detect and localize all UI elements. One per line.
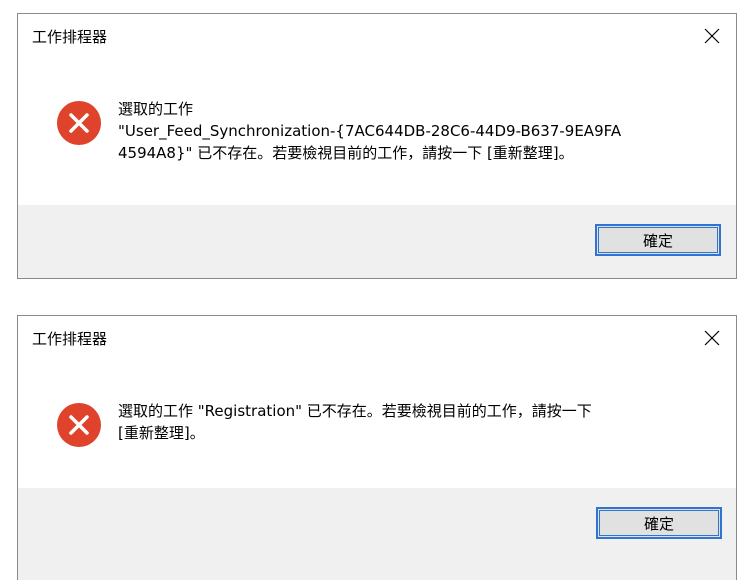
error-icon: [57, 403, 101, 447]
dialog-title: 工作排程器: [32, 28, 108, 46]
dialog-footer: 確定: [18, 205, 736, 278]
error-dialog: 工作排程器 選取的工作 "User_Feed_Synchronization-{…: [17, 13, 737, 279]
message-line: 4594A8}" 已不存在。若要檢視目前的工作，請按一下 [重新整理]。: [118, 144, 574, 162]
message-line: 選取的工作 "Registration" 已不存在。若要檢視目前的工作，請按一下: [118, 402, 592, 420]
error-message: 選取的工作 "User_Feed_Synchronization-{7AC644…: [118, 98, 718, 164]
dialog-title: 工作排程器: [32, 330, 108, 348]
error-dialog: 工作排程器 選取的工作 "Registration" 已不存在。若要檢視目前的工…: [17, 315, 737, 580]
close-button[interactable]: [692, 18, 732, 54]
title-bar[interactable]: 工作排程器: [18, 316, 736, 360]
ok-button[interactable]: 確定: [596, 507, 722, 539]
message-line: 選取的工作: [118, 100, 194, 118]
close-icon: [704, 28, 720, 44]
error-message: 選取的工作 "Registration" 已不存在。若要檢視目前的工作，請按一下…: [118, 400, 718, 444]
close-icon: [704, 330, 720, 346]
error-icon: [57, 101, 101, 145]
message-line: "User_Feed_Synchronization-{7AC644DB-28C…: [118, 122, 622, 140]
title-bar[interactable]: 工作排程器: [18, 14, 736, 58]
ok-button[interactable]: 確定: [595, 224, 721, 256]
message-line: [重新整理]。: [118, 424, 205, 442]
close-button[interactable]: [692, 320, 732, 356]
dialog-footer: 確定: [18, 488, 736, 580]
